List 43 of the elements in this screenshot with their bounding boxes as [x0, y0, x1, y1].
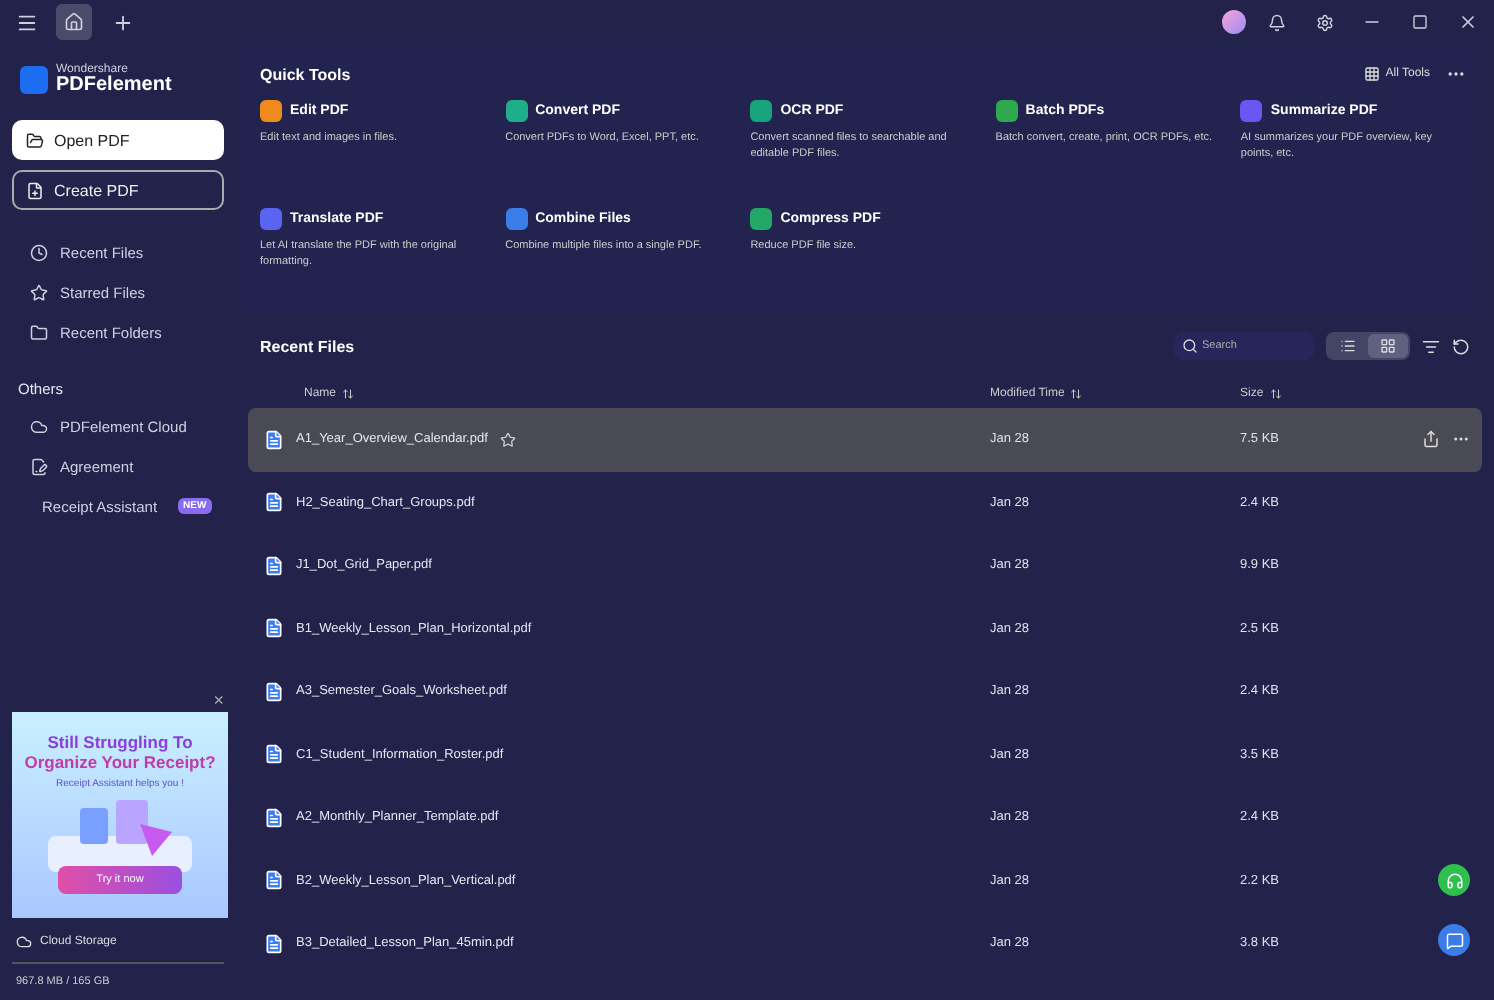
logo-icon: [20, 66, 48, 94]
folder-icon: [30, 323, 48, 341]
grid-view-button[interactable]: [1368, 334, 1408, 358]
sort-icon: [1070, 388, 1083, 400]
sort-icon: [1269, 388, 1282, 400]
clock-icon: [30, 243, 48, 261]
home-tab[interactable]: [56, 4, 92, 40]
folder-icon: [26, 131, 44, 149]
section-title: Recent Files: [260, 337, 355, 355]
star-icon[interactable]: [499, 431, 516, 448]
create-pdf-button[interactable]: Create PDF: [12, 170, 224, 210]
refresh-icon[interactable]: [1452, 337, 1470, 355]
pdf-file-icon: [264, 744, 284, 765]
home-icon: [64, 12, 84, 32]
pdf-file-icon: [264, 618, 284, 639]
file-plus-icon: [26, 181, 44, 199]
cloud-icon: [16, 934, 32, 950]
sort-icon: [342, 388, 355, 400]
pdf-file-icon: [264, 933, 284, 954]
pdf-file-icon: [264, 555, 284, 576]
pdf-file-icon: [264, 681, 284, 702]
sign-icon: [30, 457, 48, 475]
pdf-file-icon: [264, 870, 284, 891]
pdf-file-icon: [264, 492, 284, 513]
grid-icon: [1363, 66, 1380, 82]
filter-icon[interactable]: [1422, 337, 1440, 355]
chat-icon[interactable]: [1438, 924, 1470, 956]
avatar[interactable]: [1222, 10, 1246, 34]
cloud-icon: [30, 417, 48, 435]
promo-title: Still Struggling To: [47, 734, 193, 754]
grid-icon: [1380, 338, 1396, 354]
close-button[interactable]: ×: [213, 692, 224, 710]
star-icon: [30, 283, 48, 301]
share-icon[interactable]: [1422, 430, 1440, 449]
pdf-file-icon: [264, 429, 284, 450]
section-title: Quick Tools: [260, 65, 351, 83]
search-icon: [1182, 338, 1198, 354]
brand-name: PDFelement: [56, 76, 172, 96]
headset-icon[interactable]: [1438, 864, 1470, 896]
list-icon: [1340, 338, 1356, 354]
promo-title: Organize Your Receipt?: [24, 753, 216, 774]
pdf-file-icon: [264, 807, 284, 828]
open-pdf-button[interactable]: Open PDF: [12, 120, 224, 160]
